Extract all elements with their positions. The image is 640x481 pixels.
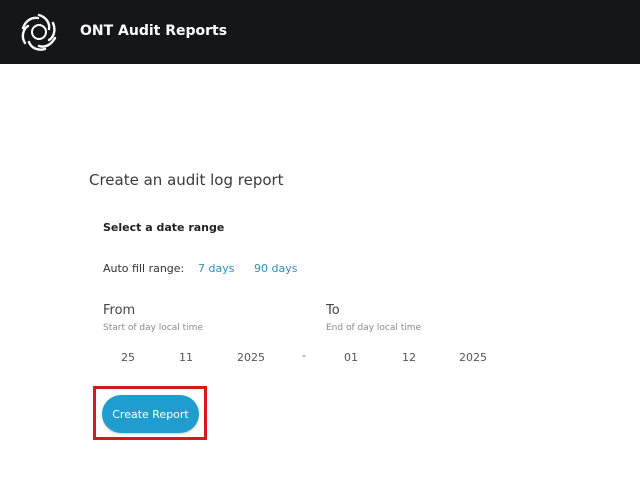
from-hint: Start of day local time (103, 323, 203, 333)
autofill-label: Auto fill range: (103, 262, 185, 275)
from-year-input[interactable]: 2025 (224, 346, 278, 370)
to-label: To (326, 303, 340, 318)
to-year-input[interactable]: 2025 (446, 346, 500, 370)
from-month-input[interactable]: 11 (159, 346, 213, 370)
app-title: ONT Audit Reports (80, 23, 228, 39)
top-bar: ONT Audit Reports (0, 0, 640, 64)
from-label: From (103, 303, 136, 318)
to-month-input[interactable]: 12 (382, 346, 436, 370)
to-day-input[interactable]: 01 (324, 346, 378, 370)
page-title: Create an audit log report (89, 171, 284, 189)
autofill-7-days-link[interactable]: 7 days (198, 262, 234, 275)
range-separator: - (302, 349, 306, 362)
create-report-button[interactable]: Create Report (102, 395, 199, 433)
swirl-logo-icon (21, 13, 57, 51)
date-range-heading: Select a date range (103, 221, 225, 234)
to-hint: End of day local time (326, 323, 422, 333)
from-day-input[interactable]: 25 (101, 346, 155, 370)
autofill-90-days-link[interactable]: 90 days (254, 262, 297, 275)
